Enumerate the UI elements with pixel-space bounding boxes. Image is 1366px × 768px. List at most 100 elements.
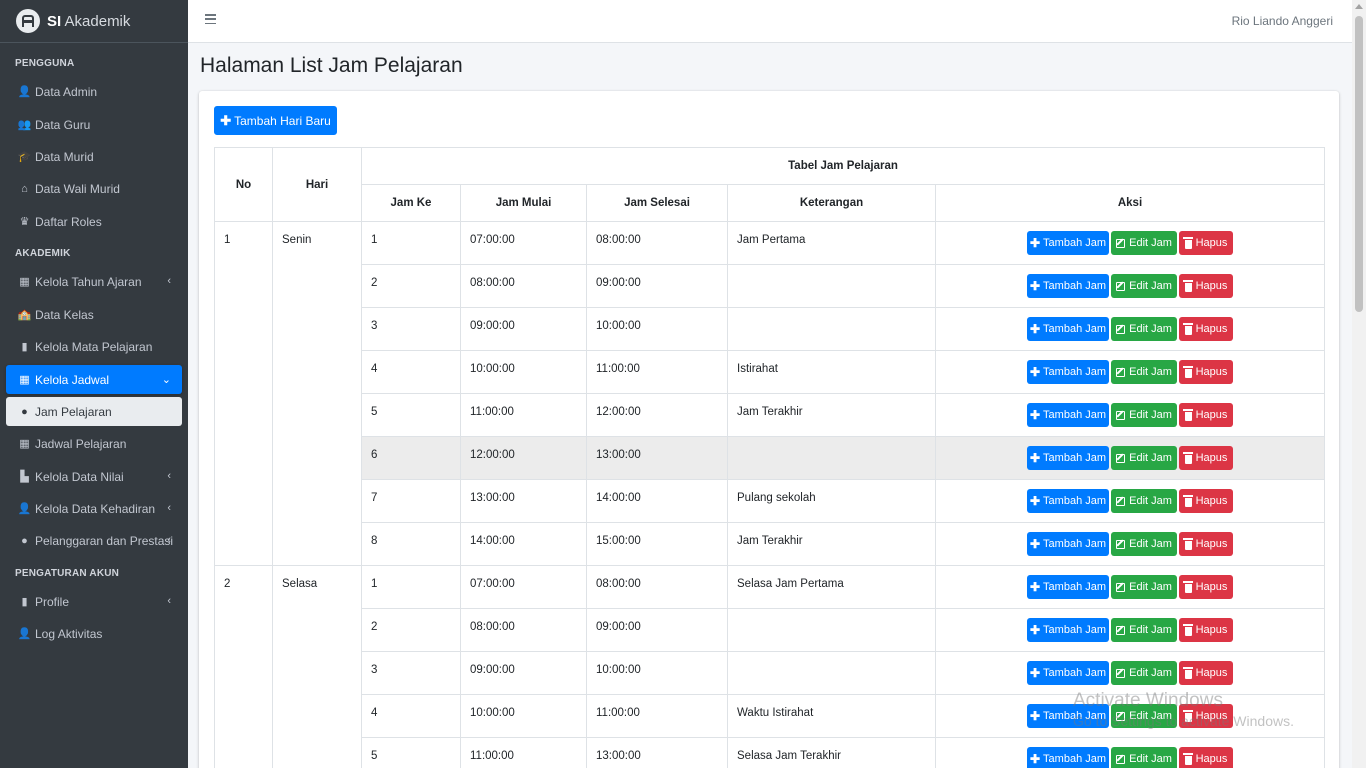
edit-jam-button[interactable]: Edit Jam xyxy=(1111,489,1178,513)
cell-jam-mulai: 09:00:00 xyxy=(460,651,587,695)
cell-jam-ke: 3 xyxy=(361,651,461,695)
sidebar-item-kelola-data-nilai[interactable]: ▙ Kelola Data Nilai ‹ xyxy=(6,462,182,491)
clock-icon: ● xyxy=(21,405,28,418)
edit-jam-button[interactable]: Edit Jam xyxy=(1111,575,1178,599)
tambah-jam-button[interactable]: ✚ Tambah Jam xyxy=(1027,575,1110,599)
tambah-jam-button[interactable]: ✚ Tambah Jam xyxy=(1027,489,1110,513)
edit-jam-button[interactable]: Edit Jam xyxy=(1111,274,1178,298)
edit-jam-button[interactable]: Edit Jam xyxy=(1111,446,1178,470)
chevron-left-icon: ‹ xyxy=(167,534,171,546)
cell-keterangan xyxy=(727,264,936,308)
tambah-jam-button[interactable]: ✚ Tambah Jam xyxy=(1027,532,1110,556)
hapus-button[interactable]: Hapus xyxy=(1179,231,1234,255)
chevron-left-icon: ‹ xyxy=(167,275,171,287)
hapus-button[interactable]: Hapus xyxy=(1179,317,1234,341)
tambah-jam-button[interactable]: ✚ Tambah Jam xyxy=(1027,618,1110,642)
cell-keterangan: Waktu Istirahat xyxy=(727,694,936,738)
plus-icon: ✚ xyxy=(1029,322,1041,336)
edit-icon xyxy=(1116,238,1126,248)
hapus-button[interactable]: Hapus xyxy=(1179,661,1234,685)
sidebar-item-jadwal-pelajaran[interactable]: ▦ Jadwal Pelajaran xyxy=(6,429,182,458)
cell-jam-selesai: 11:00:00 xyxy=(586,350,728,394)
edit-icon xyxy=(1116,453,1126,463)
page-scrollbar[interactable] xyxy=(1352,0,1366,768)
school-icon: 🏫 xyxy=(17,309,32,321)
hapus-button[interactable]: Hapus xyxy=(1179,575,1234,599)
brand-text: SI Akademik xyxy=(47,12,131,30)
id-card-icon: ▮ xyxy=(21,596,28,608)
header-aksi: Aksi xyxy=(934,184,1326,222)
hapus-button[interactable]: Hapus xyxy=(1179,747,1234,768)
sidebar-item-log-aktivitas[interactable]: 👤 Log Aktivitas xyxy=(6,619,182,648)
trash-icon xyxy=(1183,537,1194,550)
sidebar-item-kelola-tahun-ajaran[interactable]: ▦ Kelola Tahun Ajaran ‹ xyxy=(6,267,182,296)
edit-jam-button[interactable]: Edit Jam xyxy=(1111,747,1178,768)
nav-header-akademik: AKADEMIK xyxy=(15,248,71,259)
hapus-button[interactable]: Hapus xyxy=(1179,489,1234,513)
edit-jam-button[interactable]: Edit Jam xyxy=(1111,403,1178,427)
sidebar-item-jam-pelajaran[interactable]: ● Jam Pelajaran xyxy=(6,397,182,426)
cell-aksi: ✚ Tambah Jam Edit Jam Hapus xyxy=(934,565,1326,609)
scroll-thumb[interactable] xyxy=(1355,16,1363,312)
header-jam-mulai: Jam Mulai xyxy=(460,184,587,222)
sidebar-item-data-guru[interactable]: 👥 Data Guru xyxy=(6,110,182,139)
scroll-up-arrow-icon[interactable] xyxy=(1355,4,1363,9)
sidebar-item-profile[interactable]: ▮ Profile ‹ xyxy=(6,587,182,616)
sidebar-item-kelola-data-kehadiran[interactable]: 👤 Kelola Data Kehadiran ‹ xyxy=(6,494,182,523)
tambah-jam-button[interactable]: ✚ Tambah Jam xyxy=(1027,661,1110,685)
cell-jam-ke: 3 xyxy=(361,307,461,351)
chevron-down-icon: ⌄ xyxy=(161,374,171,386)
hapus-button[interactable]: Hapus xyxy=(1179,403,1234,427)
tambah-jam-button[interactable]: ✚ Tambah Jam xyxy=(1027,317,1110,341)
edit-jam-button[interactable]: Edit Jam xyxy=(1111,317,1178,341)
tambah-jam-button[interactable]: ✚ Tambah Jam xyxy=(1027,231,1110,255)
table-row: 4 10:00:00 11:00:00 Istirahat ✚ Tambah Jam Edi… xyxy=(215,350,1326,394)
sidebar-item-data-wali-murid[interactable]: ⌂ Data Wali Murid xyxy=(6,174,182,203)
sidebar-item-data-admin[interactable]: 👤 Data Admin xyxy=(6,77,182,106)
user-name-link[interactable]: Rio Liando Anggeri xyxy=(1232,14,1333,28)
edit-jam-button[interactable]: Edit Jam xyxy=(1111,360,1178,384)
add-day-button[interactable]: ✚ Tambah Hari Baru xyxy=(214,106,337,135)
table-row: 3 09:00:00 10:00:00 ✚ Tambah Jam Edit Jam Hapu… xyxy=(215,651,1326,695)
cell-keterangan: Jam Terakhir xyxy=(727,522,936,566)
hapus-button[interactable]: Hapus xyxy=(1179,446,1234,470)
sidebar-item-data-kelas[interactable]: 🏫 Data Kelas xyxy=(6,300,182,329)
cell-jam-ke: 8 xyxy=(361,522,461,566)
cell-aksi: ✚ Tambah Jam Edit Jam Hapus xyxy=(934,264,1326,308)
brand-link[interactable]: SI Akademik xyxy=(0,0,188,43)
alert-circle-icon: ● xyxy=(21,534,28,547)
tambah-jam-button[interactable]: ✚ Tambah Jam xyxy=(1027,747,1110,768)
edit-icon xyxy=(1116,625,1126,635)
edit-jam-button[interactable]: Edit Jam xyxy=(1111,618,1178,642)
sidebar-item-data-murid[interactable]: 🎓 Data Murid xyxy=(6,142,182,171)
edit-jam-button[interactable]: Edit Jam xyxy=(1111,231,1178,255)
tambah-jam-button[interactable]: ✚ Tambah Jam xyxy=(1027,274,1110,298)
trash-icon xyxy=(1183,236,1194,249)
sidebar-item-pelanggaran-prestasi[interactable]: ● Pelanggaran dan Prestasi ‹ xyxy=(6,526,182,555)
tambah-jam-button[interactable]: ✚ Tambah Jam xyxy=(1027,360,1110,384)
edit-jam-button[interactable]: Edit Jam xyxy=(1111,532,1178,556)
graduate-icon: 🎓 xyxy=(17,151,32,163)
cell-aksi: ✚ Tambah Jam Edit Jam Hapus xyxy=(934,608,1326,652)
page-title: Halaman List Jam Pelajaran xyxy=(200,54,463,77)
cell-no: 2 xyxy=(214,565,273,768)
trash-icon xyxy=(1183,322,1194,335)
cell-keterangan: Jam Pertama xyxy=(727,221,936,265)
cell-aksi: ✚ Tambah Jam Edit Jam Hapus xyxy=(934,651,1326,695)
windows-activation-watermark: Activate Windows Go to Settings to activ… xyxy=(1073,690,1294,729)
hamburger-menu-icon[interactable] xyxy=(205,14,216,24)
tambah-jam-button[interactable]: ✚ Tambah Jam xyxy=(1027,403,1110,427)
hapus-button[interactable]: Hapus xyxy=(1179,360,1234,384)
sidebar-item-kelola-jadwal[interactable]: ▦ Kelola Jadwal ⌄ xyxy=(6,365,182,394)
cell-jam-selesai: 14:00:00 xyxy=(586,479,728,523)
sidebar-item-daftar-roles[interactable]: ♛ Daftar Roles xyxy=(6,207,182,236)
hapus-button[interactable]: Hapus xyxy=(1179,532,1234,556)
sidebar-item-kelola-mata-pelajaran[interactable]: ▮ Kelola Mata Pelajaran xyxy=(6,332,182,361)
hapus-button[interactable]: Hapus xyxy=(1179,274,1234,298)
cell-aksi: ✚ Tambah Jam Edit Jam Hapus xyxy=(934,221,1326,265)
tambah-jam-button[interactable]: ✚ Tambah Jam xyxy=(1027,446,1110,470)
cell-jam-ke: 4 xyxy=(361,350,461,394)
edit-jam-button[interactable]: Edit Jam xyxy=(1111,661,1178,685)
chevron-left-icon: ‹ xyxy=(167,595,171,607)
hapus-button[interactable]: Hapus xyxy=(1179,618,1234,642)
